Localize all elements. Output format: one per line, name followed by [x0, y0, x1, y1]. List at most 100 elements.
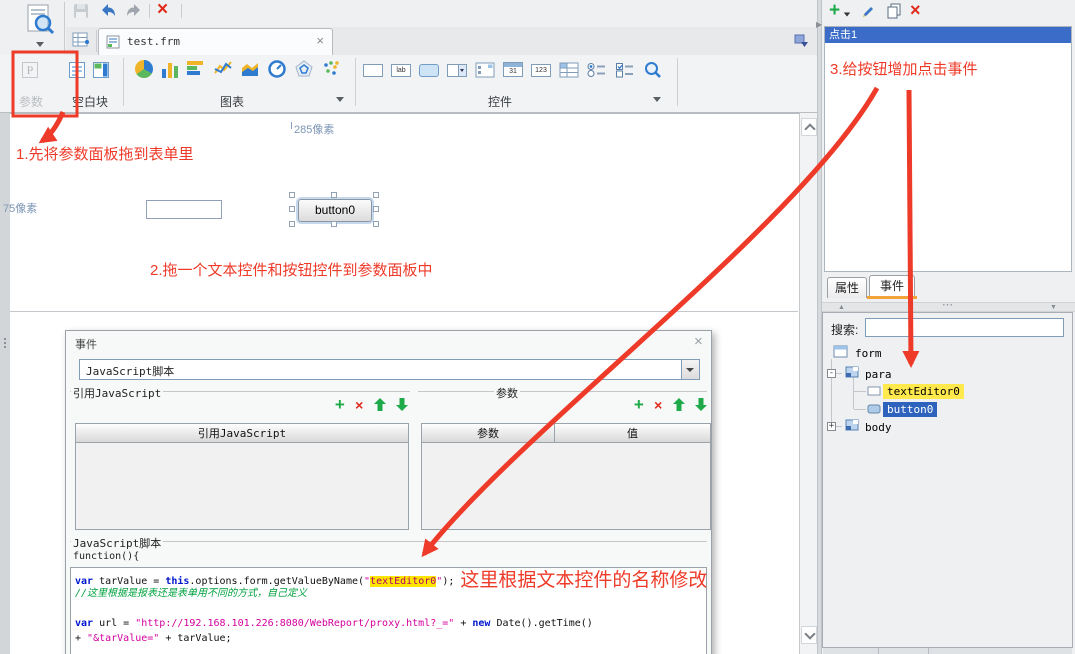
delete-icon[interactable]: × — [654, 398, 662, 412]
tab-overflow-icon[interactable] — [793, 33, 810, 49]
move-up-icon[interactable] — [373, 398, 386, 412]
text-editor-widget[interactable] — [146, 200, 222, 219]
add-icon[interactable]: + — [829, 1, 840, 20]
combo-button[interactable] — [681, 360, 699, 379]
divider — [355, 58, 356, 106]
event-list-item-selected[interactable]: 点击1 — [825, 27, 1071, 43]
code-token: url = — [93, 618, 136, 629]
code-token: + — [75, 633, 88, 644]
search-input[interactable] — [865, 318, 1064, 337]
selection-handle[interactable] — [331, 192, 337, 198]
selection-handle[interactable] — [289, 206, 295, 212]
selection-handle[interactable] — [373, 192, 379, 198]
add-icon[interactable]: + — [634, 396, 644, 413]
reference-table[interactable]: 引用JavaScript — [75, 423, 409, 530]
scatter-chart-icon[interactable] — [322, 60, 340, 78]
delete-icon[interactable]: × — [157, 0, 168, 21]
label-icon[interactable]: lab — [391, 64, 411, 77]
tab-events[interactable]: 事件 — [869, 275, 915, 298]
left-collapsed-panel[interactable] — [0, 113, 10, 654]
code-line: + "&tarValue=" + tarValue; — [75, 631, 702, 646]
triangle-down-icon[interactable]: ▼ — [1050, 304, 1057, 312]
params-table[interactable]: 参数 值 — [421, 423, 711, 530]
tree-node-button0[interactable]: button0 — [883, 402, 938, 417]
tree-node-texteditor0[interactable]: textEditor0 — [883, 384, 964, 399]
move-down-icon[interactable] — [695, 398, 707, 412]
chart-block-icon[interactable] — [92, 61, 110, 79]
move-down-icon[interactable] — [396, 398, 408, 412]
tree-node-body[interactable]: body — [865, 421, 892, 434]
selection-handle[interactable] — [373, 206, 379, 212]
date-icon[interactable]: 31 — [503, 62, 523, 77]
tree-line — [853, 377, 854, 409]
delete-icon[interactable]: × — [355, 398, 363, 412]
canvas-vertical-scrollbar[interactable] — [799, 113, 817, 654]
triangle-up-icon[interactable]: ▲ — [838, 304, 845, 312]
selection-handle[interactable] — [331, 221, 337, 227]
scroll-up-button[interactable] — [801, 118, 817, 136]
tab-properties[interactable]: 属性 — [827, 277, 867, 298]
event-type-value: JavaScript脚本 — [86, 365, 175, 378]
drag-handle-icon[interactable] — [4, 338, 6, 340]
chevron-down-icon[interactable] — [843, 12, 851, 17]
blank-block-label: 空白块 — [72, 95, 109, 109]
number-icon[interactable]: 123 — [531, 64, 551, 77]
params-col-value: 值 — [627, 427, 638, 440]
textfield-icon[interactable] — [363, 64, 383, 77]
checkbox-group-icon[interactable] — [615, 62, 635, 78]
preview-button[interactable] — [18, 2, 62, 52]
add-icon[interactable]: + — [335, 396, 345, 413]
app-window: × ◀ test.frm × — [0, 0, 1075, 654]
combobox-icon[interactable] — [447, 64, 467, 77]
area-chart-icon[interactable] — [241, 60, 259, 78]
new-grid-icon[interactable] — [71, 30, 93, 52]
tree-node-para[interactable]: para — [865, 368, 892, 381]
splitter-dots-icon[interactable]: ⋯ — [942, 300, 954, 311]
parameter-panel-button[interactable]: P 参数 — [12, 57, 64, 111]
close-icon[interactable]: × — [316, 33, 324, 49]
delete-icon[interactable]: × — [910, 0, 921, 21]
code-token: //这里根据是报表还是表单用不同的方式，自己定义 — [75, 588, 308, 599]
pie-chart-icon[interactable] — [135, 60, 153, 78]
chevron-down-icon — [686, 368, 694, 372]
line-chart-icon[interactable] — [214, 60, 232, 78]
chevron-down-icon[interactable] — [336, 97, 344, 102]
code-token: textEditor0 — [370, 576, 437, 587]
table-tree-icon[interactable] — [559, 62, 579, 78]
bar-chart-icon[interactable] — [187, 60, 205, 78]
code-token: "&tarValue=" — [87, 633, 160, 644]
collapse-toggle-icon[interactable]: - — [827, 369, 836, 378]
edit-icon[interactable] — [860, 4, 875, 19]
undo-icon[interactable] — [99, 3, 117, 18]
script-group-label: JavaScript脚本 — [71, 535, 164, 551]
checkbox-panel-icon[interactable] — [475, 62, 495, 78]
javascript-code-editor[interactable]: var tarValue = this.options.form.getValu… — [70, 567, 707, 654]
document-tab[interactable]: test.frm × — [98, 28, 333, 55]
radio-group-icon[interactable] — [587, 62, 607, 78]
event-type-select[interactable]: JavaScript脚本 — [79, 359, 700, 380]
button-widget-icon[interactable] — [419, 64, 439, 77]
selection-handle[interactable] — [289, 221, 295, 227]
scroll-down-button[interactable] — [801, 626, 817, 644]
radar-chart-icon[interactable] — [295, 60, 313, 78]
button0-widget[interactable]: button0 — [298, 199, 372, 222]
code-token: ); — [442, 576, 455, 587]
ruler-tick — [291, 122, 292, 129]
divider — [677, 58, 678, 106]
selection-handle[interactable] — [373, 221, 379, 227]
tree-node-form[interactable]: form — [855, 347, 882, 360]
annotation-step1: 1.先将参数面板拖到表单里 — [16, 146, 194, 163]
copy-icon[interactable] — [886, 3, 902, 19]
gauge-chart-icon[interactable] — [268, 60, 286, 78]
query-icon[interactable] — [643, 60, 663, 80]
close-icon[interactable]: × — [694, 333, 703, 350]
redo-icon[interactable] — [125, 3, 143, 18]
right-panel-splitter[interactable]: ▲ ⋯ ▼ — [822, 300, 1075, 312]
column-chart-icon[interactable] — [161, 60, 179, 78]
report-block-icon[interactable] — [68, 61, 86, 79]
expand-toggle-icon[interactable]: + — [827, 422, 836, 431]
save-icon[interactable] — [73, 3, 89, 19]
move-up-icon[interactable] — [672, 398, 685, 412]
chevron-down-icon[interactable] — [653, 97, 661, 102]
selection-handle[interactable] — [289, 192, 295, 198]
